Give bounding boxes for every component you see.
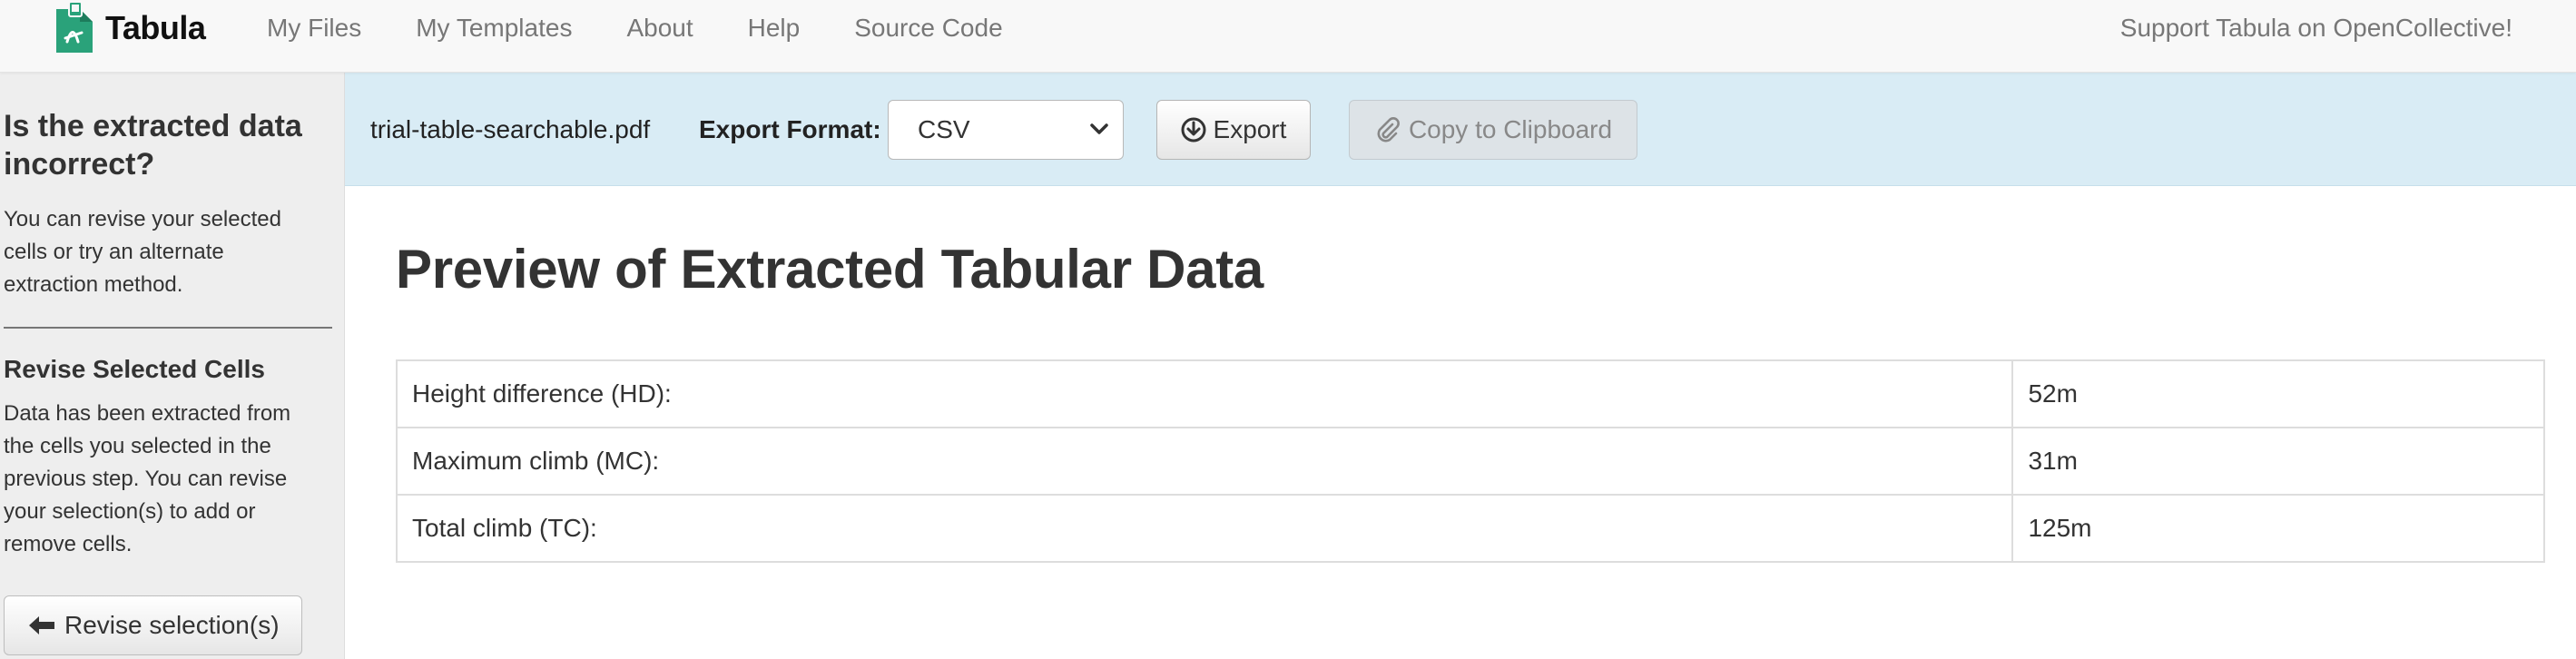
table-cell: 125m	[2011, 494, 2545, 563]
revise-description: Data has been extracted from the cells y…	[4, 401, 291, 556]
revise-selection-label: Revise selection(s)	[64, 611, 280, 639]
nav-link-my-templates[interactable]: My Templates	[416, 14, 572, 43]
sidebar-heading: Is the extracted data incorrect?	[4, 109, 302, 182]
download-circle-icon	[1181, 117, 1206, 143]
tabula-logo-icon	[56, 2, 93, 53]
revise-heading: Revise Selected Cells	[4, 355, 265, 383]
table-row: Maximum climb (MC): 31m	[395, 427, 2545, 496]
table-cell: Height difference (HD):	[395, 359, 2014, 428]
nav-link-about[interactable]: About	[626, 14, 693, 43]
table-row: Height difference (HD): 52m	[395, 359, 2545, 428]
export-button-label: Export	[1213, 115, 1287, 143]
page-title: Preview of Extracted Tabular Data	[396, 239, 1263, 300]
nav-link-help[interactable]: Help	[748, 14, 801, 43]
nav-link-my-files[interactable]: My Files	[267, 14, 361, 43]
copy-to-clipboard-button[interactable]: Copy to Clipboard	[1349, 100, 1637, 160]
copy-button-label: Copy to Clipboard	[1408, 115, 1613, 143]
table-row: Total climb (TC): 125m	[395, 494, 2545, 563]
table-cell: 31m	[2011, 427, 2545, 496]
extracted-data-table: Height difference (HD): 52m Maximum clim…	[395, 359, 2545, 563]
brand[interactable]: Tabula	[53, 0, 206, 56]
support-link[interactable]: Support Tabula on OpenCollective!	[2120, 0, 2512, 56]
brand-name: Tabula	[105, 9, 206, 46]
sidebar-intro: You can revise your selected cells or tr…	[4, 207, 281, 297]
file-name: trial-table-searchable.pdf	[370, 114, 651, 143]
top-navbar: Tabula My Files My Templates About Help …	[0, 0, 2576, 73]
table-cell: Maximum climb (MC):	[395, 427, 2014, 496]
export-format-select[interactable]: CSV	[888, 100, 1124, 160]
nav-links: My Files My Templates About Help Source …	[267, 0, 1057, 56]
export-toolbar: trial-table-searchable.pdf Export Format…	[345, 73, 2576, 186]
arrow-left-icon	[28, 615, 55, 635]
table-cell: Total climb (TC):	[395, 494, 2014, 563]
paperclip-icon	[1377, 117, 1400, 143]
table-cell: 52m	[2011, 359, 2545, 428]
export-format-value: CSV	[918, 115, 970, 143]
export-format-label: Export Format:	[699, 114, 881, 143]
sidebar: Is the extracted data incorrect? You can…	[0, 73, 345, 659]
chevron-down-icon	[1090, 123, 1108, 134]
export-button[interactable]: Export	[1156, 100, 1311, 160]
revise-selection-button[interactable]: Revise selection(s)	[4, 595, 302, 655]
nav-link-source-code[interactable]: Source Code	[854, 14, 1002, 43]
sidebar-divider	[4, 327, 332, 329]
